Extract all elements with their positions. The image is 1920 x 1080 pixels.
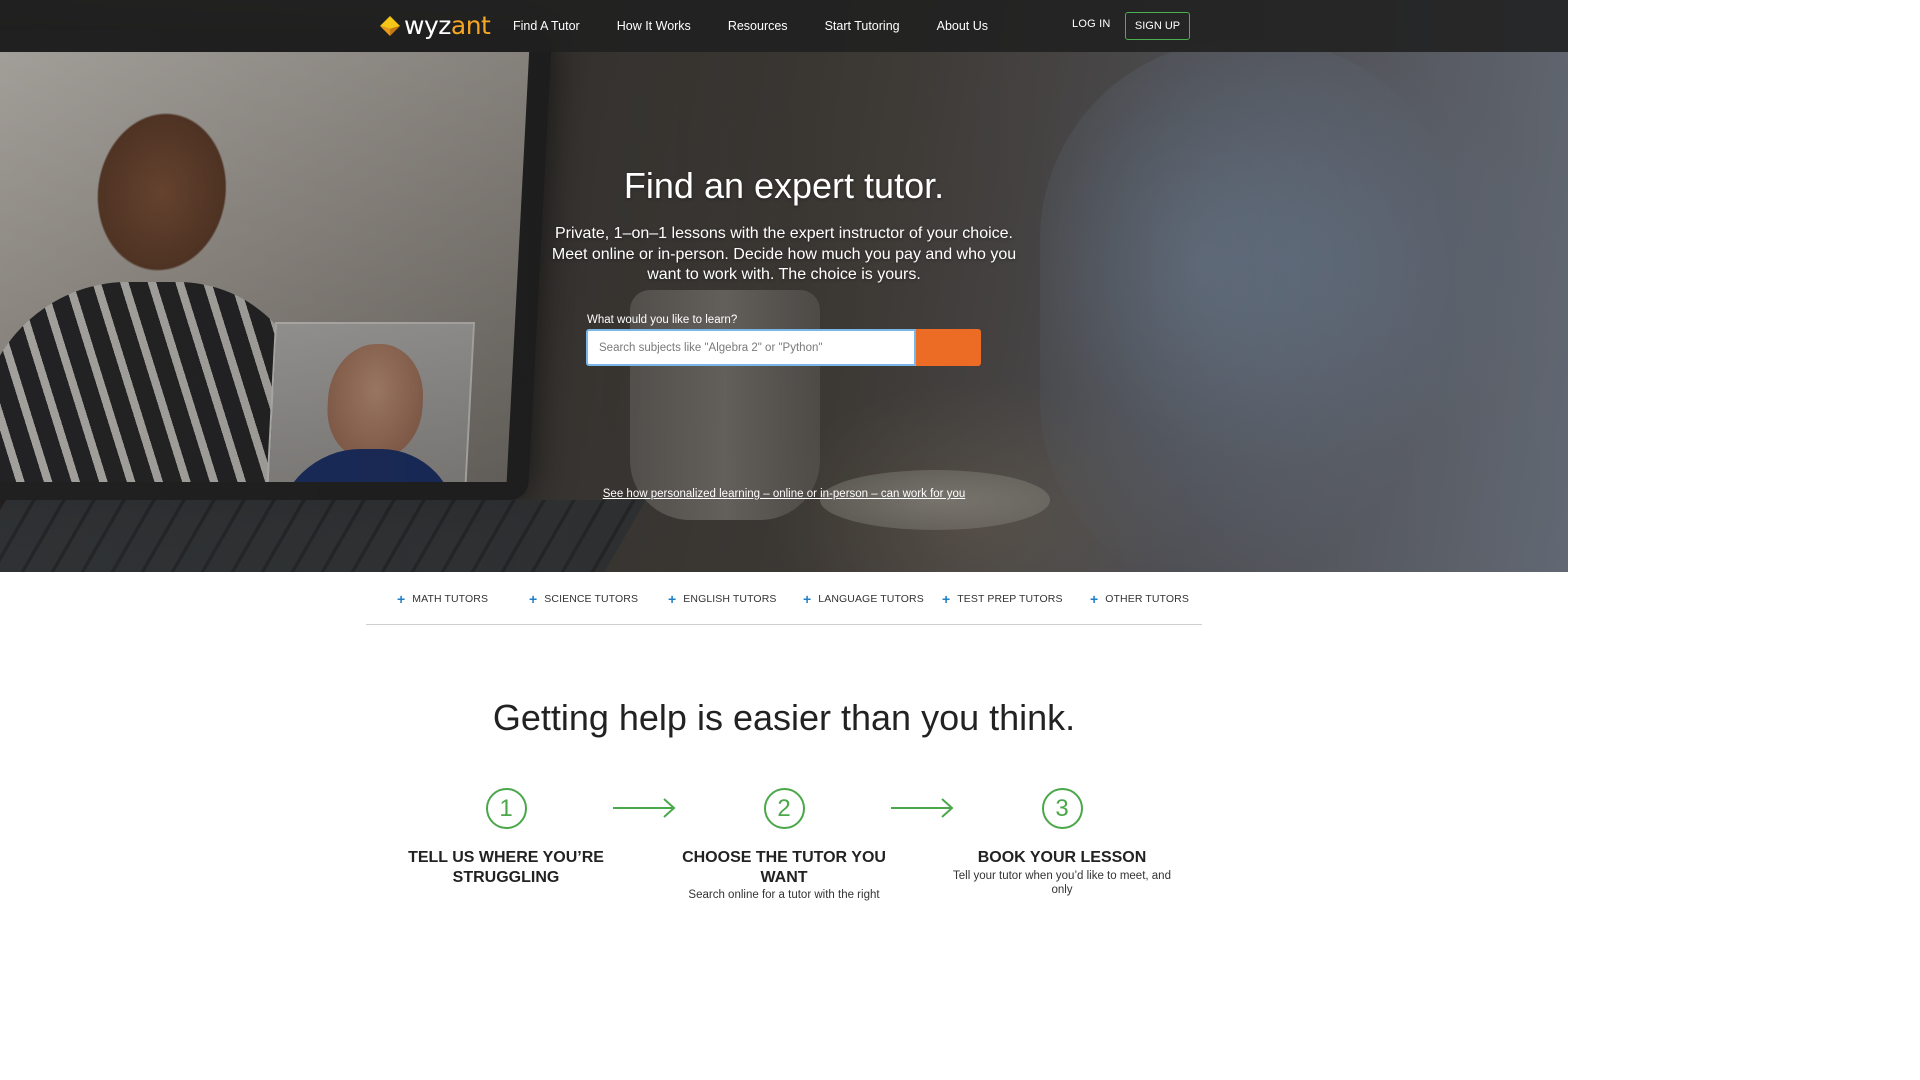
subject-tabs: + MATH TUTORS + SCIENCE TUTORS + ENGLISH… xyxy=(366,572,1202,625)
logo-wordmark-main: wyz xyxy=(404,11,451,40)
logo-wordmark-accent: ant xyxy=(450,11,491,40)
subject-tab-label: TEST PREP TUTORS xyxy=(957,593,1063,605)
plus-icon: + xyxy=(803,591,812,607)
signup-button[interactable]: SIGN UP xyxy=(1125,12,1190,40)
subject-tab-label: ENGLISH TUTORS xyxy=(683,593,777,605)
hero-subtitle: Private, 1–on–1 lessons with the expert … xyxy=(551,225,1017,283)
plus-icon: + xyxy=(1090,591,1099,607)
plus-icon: + xyxy=(529,591,538,607)
step-description: Tell your tutor when you’d like to meet,… xyxy=(953,869,1171,896)
subject-tab-science[interactable]: + SCIENCE TUTORS xyxy=(529,592,638,606)
hero-title: Find an expert tutor. xyxy=(623,165,945,206)
step-3: 3 BOOK YOUR LESSON Tell your tutor when … xyxy=(952,788,1172,897)
step-number-circle: 3 xyxy=(1041,788,1083,829)
subject-tab-label: LANGUAGE TUTORS xyxy=(818,593,924,605)
subject-tab-language[interactable]: + LANGUAGE TUTORS xyxy=(803,592,924,606)
subject-search-input[interactable] xyxy=(586,329,916,366)
plus-icon: + xyxy=(942,591,951,607)
plus-icon: + xyxy=(668,591,677,607)
logo-wordmark: wyzant xyxy=(404,11,491,41)
step-description: Search online for a tutor with the right xyxy=(688,889,880,901)
nav-about-us[interactable]: About Us xyxy=(937,2,988,50)
step-number-circle: 1 xyxy=(485,788,527,829)
nav-find-a-tutor[interactable]: Find A Tutor xyxy=(513,2,580,50)
search-label: What would you like to learn? xyxy=(587,314,738,326)
search-submit-button[interactable] xyxy=(916,329,981,366)
nav-how-it-works[interactable]: How It Works xyxy=(617,2,691,50)
step-number-circle: 2 xyxy=(763,788,805,829)
step-2: 2 CHOOSE THE TUTOR YOU WANT Search onlin… xyxy=(674,788,894,902)
subject-tab-label: SCIENCE TUTORS xyxy=(544,593,639,605)
wyzant-logo[interactable]: wyzant xyxy=(378,11,491,41)
arrow-right-icon xyxy=(891,798,954,818)
step-title: CHOOSE THE TUTOR YOU WANT xyxy=(682,849,886,886)
subject-tab-math[interactable]: + MATH TUTORS xyxy=(397,592,488,606)
how-it-works-title: Getting help is easier than you think. xyxy=(492,697,1076,738)
top-navbar: wyzant Find A Tutor How It Works Resourc… xyxy=(0,0,1568,52)
arrow-right-icon xyxy=(613,798,676,818)
main-nav: Find A Tutor How It Works Resources Star… xyxy=(513,0,1025,52)
step-title: TELL US WHERE YOU’RE STRUGGLING xyxy=(408,849,604,886)
subject-tab-label: OTHER TUTORS xyxy=(1105,593,1189,605)
nav-resources[interactable]: Resources xyxy=(728,2,788,50)
subject-tab-test-prep[interactable]: + TEST PREP TUTORS xyxy=(942,592,1063,606)
hero-content: Find an expert tutor. Private, 1–on–1 le… xyxy=(0,0,1568,572)
subject-tab-english[interactable]: + ENGLISH TUTORS xyxy=(668,592,776,606)
step-title: BOOK YOUR LESSON xyxy=(977,849,1147,866)
subject-tab-label: MATH TUTORS xyxy=(412,593,489,605)
nav-start-tutoring[interactable]: Start Tutoring xyxy=(825,2,900,50)
login-link[interactable]: LOG IN xyxy=(1072,18,1111,30)
subject-tab-other[interactable]: + OTHER TUTORS xyxy=(1090,592,1189,606)
step-1: 1 TELL US WHERE YOU’RE STRUGGLING xyxy=(396,788,616,887)
plus-icon: + xyxy=(397,591,406,607)
wyzant-diamond-icon xyxy=(378,14,402,38)
personalized-learning-link[interactable]: See how personalized learning – online o… xyxy=(0,488,1568,500)
